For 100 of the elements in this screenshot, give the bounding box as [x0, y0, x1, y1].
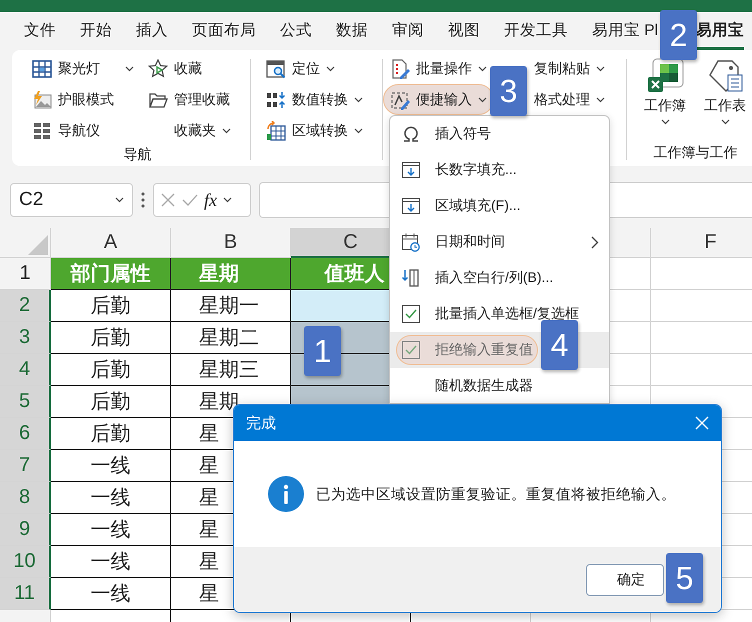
menu-item[interactable]: 插入符号 [390, 116, 609, 152]
column-header[interactable]: F [651, 228, 752, 258]
workbook-icon [646, 57, 684, 93]
star-icon [148, 58, 168, 78]
document-pen-icon [390, 58, 410, 78]
close-icon[interactable] [695, 416, 709, 430]
row-header[interactable]: 10 [0, 546, 51, 578]
insert-column-icon [401, 268, 421, 288]
header-cell: 星期 [171, 258, 291, 290]
more-icon [141, 192, 145, 208]
table-search-icon [266, 58, 286, 78]
ribbon-button[interactable]: 区域转换 [259, 115, 370, 146]
message-text: 已为选中区域设置防重复验证。重复值将被拒绝输入。 [316, 486, 676, 504]
ribbon-tab[interactable]: 文件 [24, 20, 56, 50]
ribbon-tab[interactable]: 公式 [280, 20, 312, 50]
ribbon-tab[interactable]: 插入 [136, 20, 168, 50]
row-header[interactable]: 5 [0, 386, 51, 418]
menu-item[interactable]: 随机数据生成器 [390, 368, 609, 404]
info-icon [268, 476, 304, 512]
ribbon-tab[interactable]: 开始 [80, 20, 112, 50]
table-cell: 一线 [51, 578, 171, 610]
caret-icon [222, 128, 231, 134]
ribbon-button[interactable]: 导航仪 [25, 115, 141, 146]
table-cell: 后勤 [51, 354, 171, 386]
caret-icon [720, 119, 730, 125]
row-header[interactable]: 7 [0, 450, 51, 482]
table-cell: 后勤 [51, 290, 171, 322]
row-header[interactable]: 2 [0, 290, 51, 322]
checkbox-icon [401, 340, 421, 360]
row-header[interactable]: 9 [0, 514, 51, 546]
header-cell: 部门属性 [51, 258, 171, 290]
ok-button[interactable]: 确定 [586, 564, 664, 596]
fill-down-icon [401, 196, 421, 216]
ribbon-button[interactable]: 收藏夹 [141, 115, 238, 146]
insert-function-button[interactable]: fx [204, 190, 217, 210]
ribbon-button[interactable]: 格式处理 [527, 84, 612, 115]
picture-lightning-icon [32, 90, 52, 110]
step-badge: 2 [660, 10, 697, 60]
omega-icon [401, 124, 421, 144]
row-header[interactable]: 3 [0, 322, 51, 354]
caret-icon [478, 66, 487, 72]
table-cell: 后勤 [51, 418, 171, 450]
ribbon-button[interactable]: 定位 [259, 53, 342, 84]
ribbon-tab[interactable]: 易用宝 Pl [592, 20, 658, 50]
row-header[interactable]: 1 [0, 258, 51, 290]
table-cell: 一线 [51, 482, 171, 514]
caret-icon [354, 128, 363, 134]
menu-item[interactable]: 长数字填充... [390, 152, 609, 188]
large-ribbon-button[interactable]: 工作簿 [639, 57, 691, 144]
checkbox-icon [401, 304, 421, 324]
ribbon-button[interactable]: 复制粘贴 [527, 53, 612, 84]
caret-icon [596, 96, 605, 102]
ribbon-tab[interactable]: 视图 [448, 20, 480, 50]
table-cell: 后勤 [51, 322, 171, 354]
step-badge: 5 [666, 553, 703, 603]
group-label: 导航 [124, 146, 152, 162]
ribbon-button[interactable]: 护眼模式 [25, 84, 141, 115]
step-badge: 4 [541, 320, 578, 370]
chevron-right-icon [591, 236, 599, 248]
tiles-icon [32, 120, 52, 140]
column-header[interactable]: A [51, 228, 171, 258]
fill-down-icon [401, 160, 421, 180]
text-pen-icon [390, 90, 410, 110]
ribbon-button[interactable]: 聚光灯 [25, 53, 141, 84]
column-header[interactable]: B [171, 228, 291, 258]
number-arrows-icon [266, 90, 286, 110]
table-cell: 一线 [51, 546, 171, 578]
row-header[interactable]: 8 [0, 482, 51, 514]
caret-icon [596, 66, 605, 72]
caret-icon [115, 197, 124, 203]
caret-icon [326, 66, 335, 72]
large-ribbon-button[interactable]: 工作表 [699, 57, 751, 144]
table-cell: 一线 [51, 450, 171, 482]
table-cell: 后勤 [51, 386, 171, 418]
name-box[interactable]: C2 [10, 183, 133, 217]
caret-icon [660, 119, 670, 125]
step-badge: 3 [490, 66, 527, 116]
row-header[interactable]: 4 [0, 354, 51, 386]
grid-icon [32, 58, 52, 78]
ribbon-button[interactable]: 收藏 [141, 53, 209, 84]
ribbon-tab[interactable]: 页面布局 [192, 20, 256, 50]
caret-icon [223, 197, 232, 203]
cancel-icon [160, 192, 176, 208]
group-label: 工作簿与工作 [654, 144, 738, 160]
row-header[interactable]: 6 [0, 418, 51, 450]
step-badge: 1 [304, 326, 341, 376]
table-cell: 一线 [51, 514, 171, 546]
caret-icon [125, 66, 134, 72]
caret-icon [354, 96, 363, 102]
ribbon-button[interactable]: 管理收藏 [141, 84, 237, 115]
check-icon [182, 192, 198, 208]
ribbon-tab[interactable]: 开发工具 [504, 20, 568, 50]
ribbon-button[interactable]: 数值转换 [259, 84, 370, 115]
calendar-clock-icon [401, 232, 421, 252]
caret-icon [478, 96, 487, 102]
table-arrows-icon [266, 120, 286, 140]
row-header[interactable]: 11 [0, 578, 51, 610]
menu-item[interactable]: 区域填充(F)... [390, 188, 609, 224]
ribbon-tab[interactable]: 数据 [336, 20, 368, 50]
ribbon-tab[interactable]: 审阅 [392, 20, 424, 50]
